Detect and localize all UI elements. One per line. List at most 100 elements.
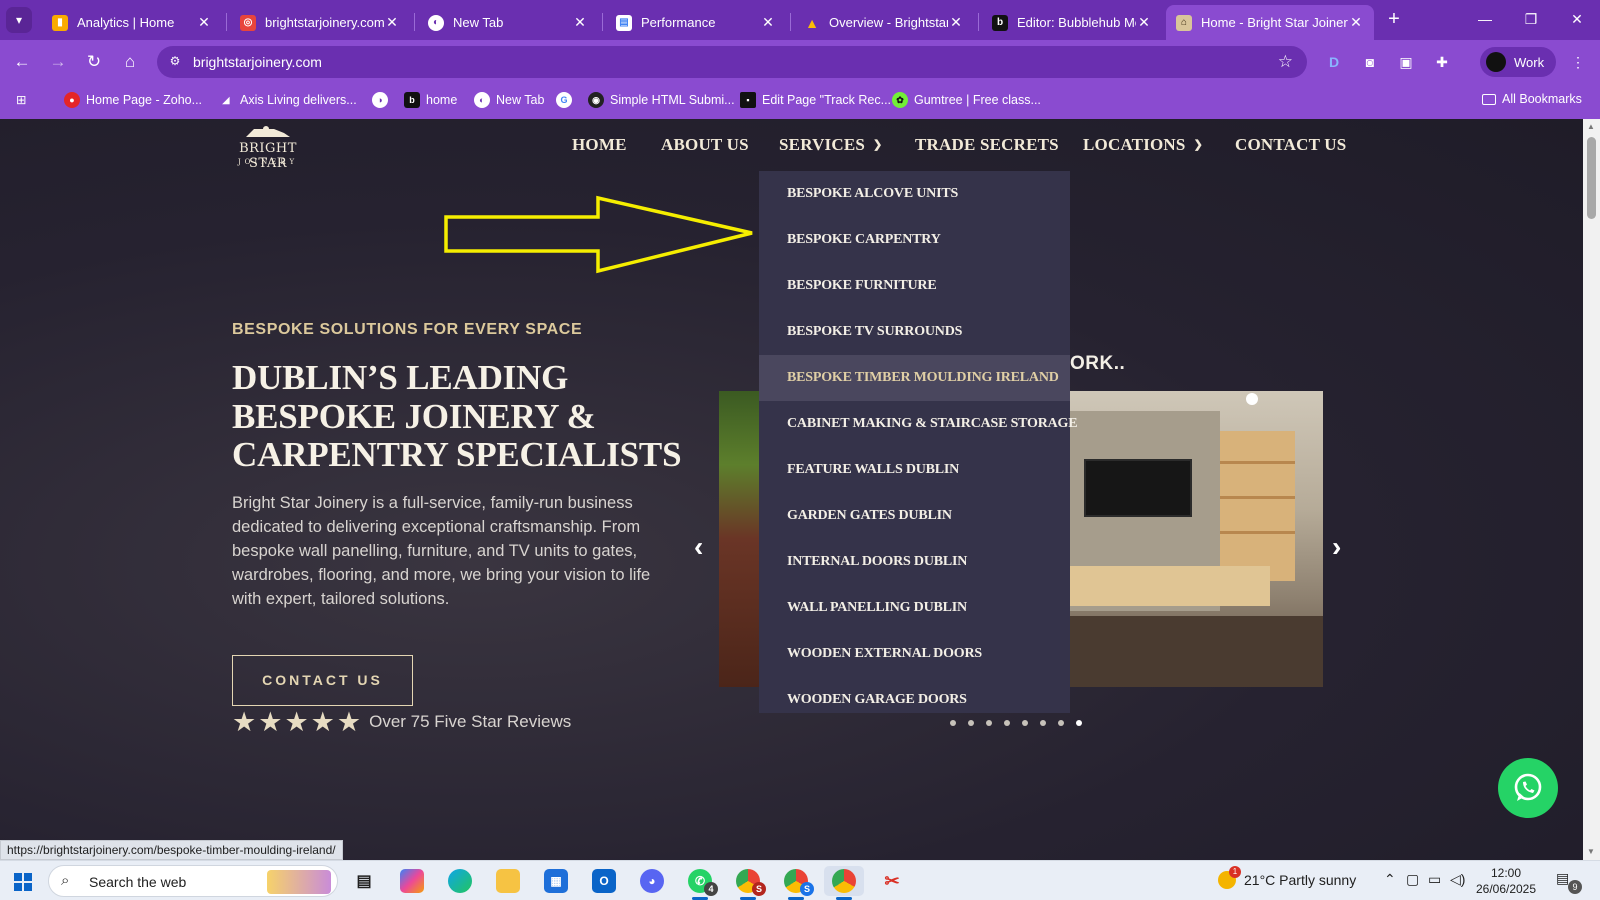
close-tab-icon[interactable]: ✕ [760, 14, 776, 31]
taskbar-chrome-2[interactable]: S [776, 866, 816, 900]
home-button[interactable]: ⌂ [116, 48, 144, 76]
browser-menu-icon[interactable]: ⋮ [1566, 50, 1590, 74]
scroll-down-icon[interactable]: ▼ [1587, 847, 1595, 856]
menu-item-bespoke-furniture[interactable]: BESPOKE FURNITURE [759, 263, 1070, 309]
address-bar[interactable]: ⚙ brightstarjoinery.com ☆ [157, 46, 1307, 78]
carousel-prev-icon[interactable]: ‹ [694, 531, 703, 563]
nav-locations[interactable]: LOCATIONS ❯ [1083, 135, 1203, 155]
tv-image [1084, 459, 1192, 517]
taskbar-file-explorer[interactable] [488, 866, 528, 896]
carousel-dot-active[interactable] [1076, 720, 1082, 726]
screen-recorder-icon[interactable]: ▣ [1394, 50, 1418, 74]
scrollbar-thumb[interactable] [1587, 137, 1596, 219]
tray-meet-icon[interactable]: ▢ [1406, 871, 1419, 888]
tab-search-button[interactable]: ▾ [6, 7, 32, 33]
carousel-next-icon[interactable]: › [1332, 531, 1341, 563]
forward-button[interactable]: → [44, 48, 72, 76]
bookmark-google[interactable]: G [556, 92, 578, 108]
nav-contact-us[interactable]: CONTACT US [1235, 135, 1346, 155]
reload-button[interactable]: ↻ [80, 48, 108, 76]
task-view-button[interactable]: ▤ [344, 866, 384, 896]
close-tab-icon[interactable]: ✕ [572, 14, 588, 31]
gallery-slide-garden[interactable] [719, 391, 759, 687]
bookmark-simple-html[interactable]: ◉ Simple HTML Submi... [588, 92, 735, 108]
nav-trade-secrets[interactable]: TRADE SECRETS [915, 135, 1059, 155]
profile-button[interactable]: Work [1480, 47, 1556, 77]
screenshot-extension-icon[interactable]: ◙ [1358, 50, 1382, 74]
site-info-icon[interactable]: ⚙ [167, 54, 183, 70]
taskbar-clock[interactable]: 12:00 26/06/2025 [1474, 865, 1538, 897]
tab-google-ads[interactable]: ▲ Overview - Brightstar Joinery ✕ [794, 5, 974, 40]
menu-item-garden-gates[interactable]: GARDEN GATES DUBLIN [759, 493, 1070, 539]
weather-widget[interactable]: 1 21°C Partly sunny [1218, 866, 1356, 889]
hero-lead: Bright Star Joinery is a full-service, f… [232, 494, 651, 608]
url-text[interactable]: brightstarjoinery.com [193, 54, 322, 70]
extension-d-icon[interactable]: D [1322, 50, 1346, 74]
tab-performance[interactable]: ▤ Performance ✕ [606, 5, 786, 40]
tab-analytics[interactable]: ▮ Analytics | Home ✕ [42, 5, 222, 40]
site-logo[interactable]: BRIGHT STAR JOINERY [222, 125, 314, 171]
menu-item-wooden-garage-doors[interactable]: WOODEN GARAGE DOORS [759, 677, 1070, 723]
bookmark-home[interactable]: b home [404, 92, 457, 108]
menu-item-feature-walls[interactable]: FEATURE WALLS DUBLIN [759, 447, 1070, 493]
restore-button[interactable]: ❐ [1508, 0, 1554, 40]
bookmark-zoho[interactable]: ● Home Page - Zoho... [64, 92, 202, 108]
minimize-button[interactable]: — [1462, 0, 1508, 40]
contact-us-button[interactable]: CONTACT US [232, 655, 413, 706]
menu-item-bespoke-tv-surrounds[interactable]: BESPOKE TV SURROUNDS [759, 309, 1070, 355]
taskbar-chrome-1[interactable]: S [728, 866, 768, 900]
taskbar-edge[interactable] [440, 866, 480, 896]
notification-center-icon[interactable]: ▤ 9 [1556, 870, 1582, 894]
bookmark-globe[interactable]: ◑ [372, 92, 394, 108]
tab-editor[interactable]: b Editor: Bubblehub Media ✕ [982, 5, 1162, 40]
menu-item-internal-doors[interactable]: INTERNAL DOORS DUBLIN [759, 539, 1070, 585]
nav-about-us[interactable]: ABOUT US [661, 135, 749, 155]
tray-overflow-chevron-icon[interactable]: ⌃ [1384, 871, 1396, 888]
taskbar-whatsapp[interactable]: ✆ 4 [680, 866, 720, 900]
menu-item-wall-panelling[interactable]: WALL PANELLING DUBLIN [759, 585, 1070, 631]
close-tab-icon[interactable]: ✕ [1348, 14, 1364, 31]
taskbar-copilot[interactable] [392, 866, 432, 896]
bookmark-axis[interactable]: ◢ Axis Living delivers... [218, 92, 357, 108]
scroll-up-icon[interactable]: ▲ [1587, 122, 1595, 131]
nav-services[interactable]: SERVICES ❯ [779, 135, 882, 155]
taskbar-outlook[interactable]: O [584, 866, 624, 896]
apps-grid-icon[interactable]: ⊞ [16, 92, 26, 107]
search-icon: ⌕ [61, 872, 70, 889]
menu-item-bespoke-carpentry[interactable]: BESPOKE CARPENTRY [759, 217, 1070, 263]
whatsapp-chat-button[interactable] [1498, 758, 1558, 818]
tab-new-tab[interactable]: ◐ New Tab ✕ [418, 5, 598, 40]
taskbar-store[interactable]: ▦ [536, 866, 576, 896]
tray-volume-icon[interactable]: ◁) [1450, 871, 1465, 888]
back-button[interactable]: ← [8, 48, 36, 76]
taskbar-discord[interactable]: ◕ [632, 866, 672, 896]
tray-network-icon[interactable]: ▭ [1428, 871, 1441, 888]
windows-start-icon[interactable] [14, 873, 32, 891]
new-tab-button[interactable]: + [1382, 8, 1406, 32]
close-tab-icon[interactable]: ✕ [196, 14, 212, 31]
all-bookmarks[interactable]: All Bookmarks [1482, 92, 1582, 106]
taskbar-snipping-tool[interactable]: ✂ [872, 866, 912, 896]
menu-item-wooden-external-doors[interactable]: WOODEN EXTERNAL DOORS [759, 631, 1070, 677]
extensions-puzzle-icon[interactable]: ✚ [1430, 50, 1454, 74]
taskbar-chrome-3-active[interactable] [824, 866, 864, 900]
taskbar-search[interactable]: ⌕ Search the web [48, 865, 338, 897]
menu-item-bespoke-alcove-units[interactable]: BESPOKE ALCOVE UNITS [759, 171, 1070, 217]
close-tab-icon[interactable]: ✕ [384, 14, 400, 31]
bookmark-edit-page[interactable]: ▪ Edit Page "Track Rec... [740, 92, 891, 108]
tab-home-bright-star[interactable]: ⌂ Home - Bright Star Joinery ✕ [1166, 5, 1374, 40]
close-tab-icon[interactable]: ✕ [1136, 14, 1152, 31]
close-tab-icon[interactable]: ✕ [948, 14, 964, 31]
close-window-button[interactable]: ✕ [1554, 0, 1600, 40]
gallery-slide-tv-unit[interactable] [1070, 391, 1323, 687]
bookmark-gumtree[interactable]: ✿ Gumtree | Free class... [892, 92, 1041, 108]
bookmark-star-icon[interactable]: ☆ [1278, 52, 1293, 72]
star-icon: ★ [232, 706, 257, 737]
nav-home[interactable]: HOME [572, 135, 627, 155]
menu-item-cabinet-making[interactable]: CABINET MAKING & STAIRCASE STORAGE [759, 401, 1078, 447]
weather-sun-icon: 1 [1218, 866, 1241, 889]
bookmark-new-tab[interactable]: ◐ New Tab [474, 92, 544, 108]
menu-item-bespoke-timber-moulding[interactable]: BESPOKE TIMBER MOULDING IRELAND [759, 355, 1070, 401]
tab-seo[interactable]: ◎ brightstarjoinery.com: Internet ✕ [230, 5, 410, 40]
page-scrollbar[interactable]: ▲ ▼ [1583, 119, 1600, 860]
